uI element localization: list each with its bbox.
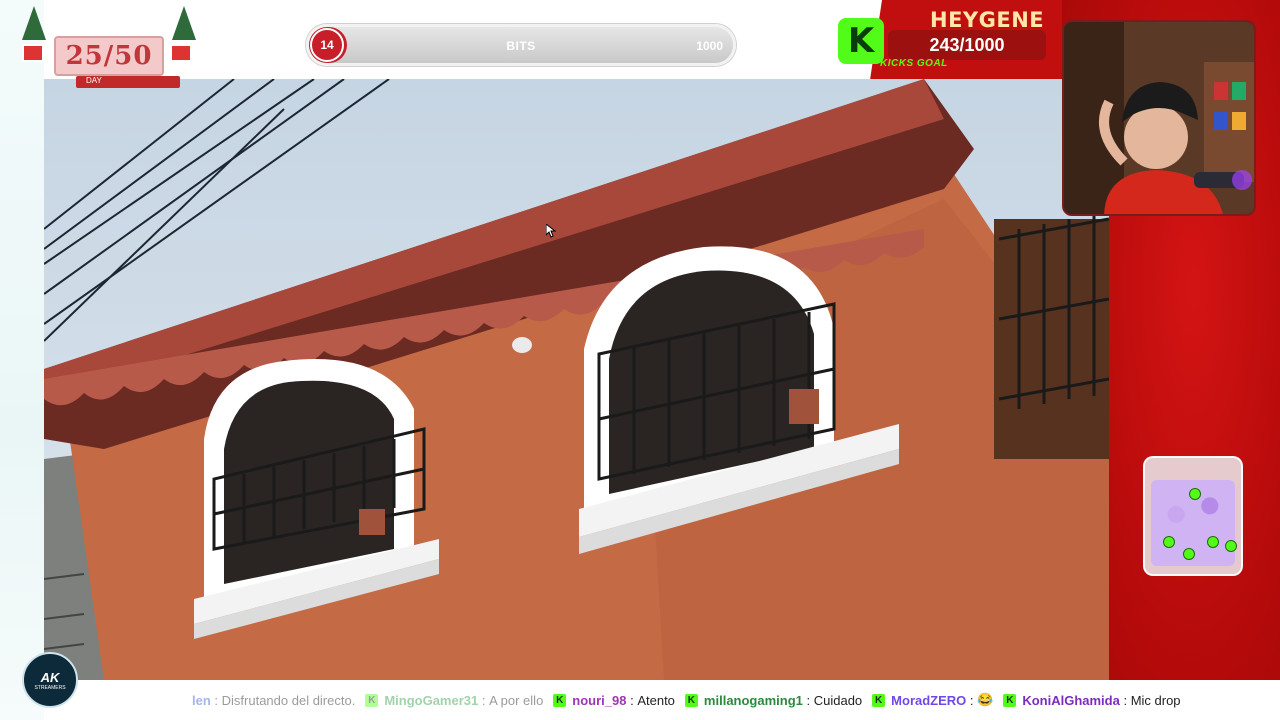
chat-username: len <box>192 692 211 708</box>
kick-badge-icon <box>1225 540 1237 552</box>
advent-count: 25/50 <box>65 41 153 71</box>
chat-message: K MingoGamer31 : A por ello <box>365 693 543 708</box>
kicks-jar <box>1143 456 1243 576</box>
kick-badge-icon <box>1189 488 1201 500</box>
ak-streamers-logo: AK STREAMERS <box>22 652 78 708</box>
kick-badge-icon: K <box>365 693 379 707</box>
chat-message: K nouri_98 : Atento <box>553 693 675 708</box>
advent-ribbon: DAY <box>76 76 180 88</box>
gift-icon <box>170 44 192 62</box>
chat-username: KoniAlGhamida <box>1022 692 1120 708</box>
chat-username: MingoGamer31 <box>384 692 479 708</box>
left-decor-strip <box>0 0 44 720</box>
house-scene <box>44 79 1109 680</box>
bits-max: 1000 <box>696 39 723 53</box>
chat-text: Atento <box>637 692 675 708</box>
advent-counter: 25/50 DAY <box>18 6 198 88</box>
chat-username: MoradZERO <box>891 692 967 708</box>
chat-message: K KoniAlGhamida : Mic drop <box>1003 692 1181 708</box>
logo-sub: STREAMERS <box>34 684 66 691</box>
chat-message: K MoradZERO : 😂 <box>872 692 993 708</box>
webcam-scene <box>1064 22 1254 214</box>
kick-logo-icon: K <box>838 18 884 64</box>
kick-badge-icon <box>1207 536 1219 548</box>
kick-badge-icon <box>1163 536 1175 548</box>
kick-badge-icon: K <box>872 693 886 707</box>
christmas-tree-icon <box>172 6 196 40</box>
stream-video[interactable] <box>44 79 1109 680</box>
webcam-feed <box>1062 20 1256 216</box>
advent-caption: DAY <box>86 76 102 85</box>
chat-text: Mic drop <box>1130 692 1181 708</box>
kicks-goal-count: 243/1000 <box>888 30 1046 60</box>
chat-text: Cuidado <box>813 692 863 708</box>
kick-badge-icon: K <box>1003 693 1017 707</box>
christmas-tree-icon <box>22 6 46 40</box>
chat-ticker: K len : Disfrutando del directo. K Mingo… <box>80 680 1280 720</box>
bits-label: BITS <box>506 39 536 53</box>
chat-username: millanogaming1 <box>703 692 803 708</box>
kicks-goal-widget: K HEYGENE 243/1000 KICKS GOAL <box>834 4 1048 76</box>
kick-badge-icon: K <box>553 693 567 707</box>
chat-text: A por ello <box>489 692 544 708</box>
chat-text: Disfrutando del directo. <box>221 692 356 708</box>
kicks-goal-tag: KICKS GOAL <box>880 58 948 69</box>
kick-badge-icon <box>1183 548 1195 560</box>
mouse-cursor-icon <box>546 224 556 238</box>
advent-board: 25/50 <box>54 36 164 76</box>
kick-badge-icon: K <box>684 693 698 707</box>
kicks-goal-name: HEYGENE <box>930 8 1045 32</box>
chat-username: nouri_98 <box>572 692 627 708</box>
chat-message: K len : Disfrutando del directo. <box>192 692 356 708</box>
chat-message: K millanogaming1 : Cuidado <box>684 692 863 708</box>
chat-text: 😂 <box>977 692 994 707</box>
bits-goal-bar: 14 BITS 1000 <box>306 24 736 66</box>
gift-icon <box>22 44 44 62</box>
logo-main: AK <box>40 669 60 685</box>
